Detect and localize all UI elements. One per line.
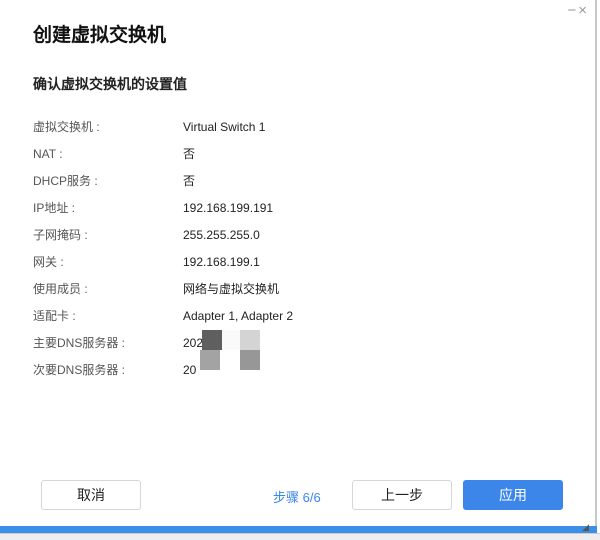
row-value: 否: [183, 147, 196, 161]
window-controls: − ×: [567, 2, 587, 19]
row-value: 202: [183, 335, 204, 350]
window-bottom-edge: [0, 533, 600, 540]
summary-row: 使用成员 : 网络与虚拟交换机: [33, 275, 293, 302]
row-label: 适配卡 :: [33, 309, 76, 323]
summary-row: DHCP服务 : 否: [33, 167, 293, 194]
row-value: Virtual Switch 1: [183, 119, 266, 134]
summary-row: 子网掩码 : 255.255.255.0: [33, 221, 293, 248]
resize-grip-icon[interactable]: ◢: [582, 522, 589, 533]
summary-row: NAT : 否: [33, 140, 293, 167]
row-label: 使用成员 :: [33, 282, 88, 296]
row-value: 255.255.255.0: [183, 227, 260, 242]
row-value: 192.168.199.191: [183, 200, 274, 215]
back-button[interactable]: 上一步: [352, 480, 452, 510]
summary-row: 网关 : 192.168.199.1: [33, 248, 293, 275]
summary-row: IP地址 : 192.168.199.191: [33, 194, 293, 221]
row-value: 网络与虚拟交换机: [183, 282, 280, 296]
apply-button[interactable]: 应用: [463, 480, 563, 510]
close-icon[interactable]: ×: [578, 2, 587, 19]
dialog-window: − × 创建虚拟交换机 确认虚拟交换机的设置值 虚拟交换机 : Virtual S…: [0, 0, 597, 540]
minimize-icon[interactable]: −: [567, 2, 576, 19]
row-label: 次要DNS服务器 :: [33, 363, 126, 377]
row-value: 192.168.199.1: [183, 254, 260, 269]
summary-row: 适配卡 : Adapter 1, Adapter 2: [33, 302, 293, 329]
step-indicator: 步骤 6/6: [273, 490, 321, 505]
row-label: IP地址 :: [33, 201, 76, 215]
row-value: 20: [183, 362, 197, 377]
summary-row: 虚拟交换机 : Virtual Switch 1: [33, 113, 293, 140]
row-label: 子网掩码 :: [33, 228, 88, 242]
row-label: 主要DNS服务器 :: [33, 336, 126, 350]
section-title: 确认虚拟交换机的设置值: [33, 76, 187, 92]
row-label: 网关 :: [33, 255, 64, 269]
dialog-title: 创建虚拟交换机: [33, 25, 167, 46]
row-label: 虚拟交换机 :: [33, 120, 100, 134]
cancel-button[interactable]: 取消: [41, 480, 141, 510]
row-value: 否: [183, 174, 196, 188]
row-value: Adapter 1, Adapter 2: [183, 308, 294, 323]
progress-bar: [0, 526, 597, 533]
row-label: DHCP服务 :: [33, 174, 98, 188]
row-label: NAT :: [33, 146, 63, 161]
